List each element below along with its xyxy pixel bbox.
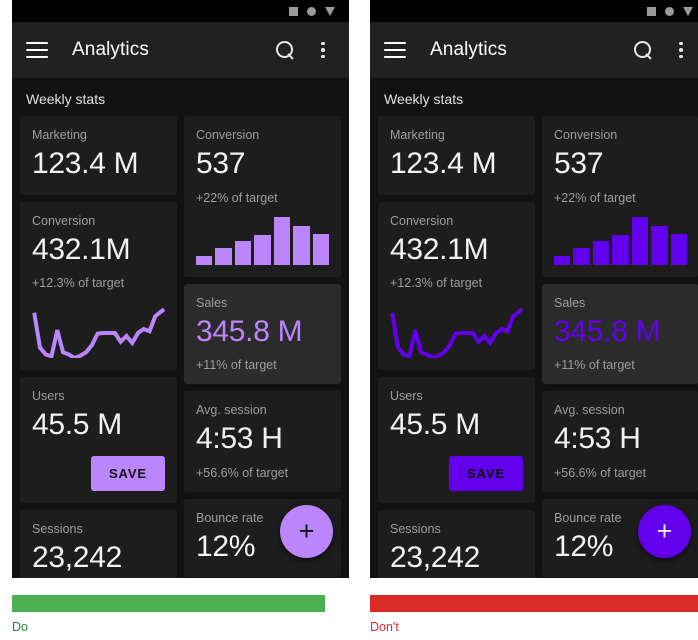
- search-icon[interactable]: [273, 38, 297, 62]
- card-conversion[interactable]: Conversion 432.1M +12.3% of target: [20, 201, 177, 370]
- search-icon[interactable]: [631, 38, 655, 62]
- do-label: Do: [12, 620, 28, 634]
- card-marketing[interactable]: Marketing 123.4 M: [20, 116, 177, 195]
- card-subtext: +11% of target: [554, 358, 635, 372]
- card-sales[interactable]: Sales 345.8 M +11% of target: [184, 283, 341, 384]
- card-conversion[interactable]: Conversion 432.1M +12.3% of target: [378, 201, 535, 370]
- grid-column-left: Marketing 123.4 M Conversion 432.1M +12.…: [20, 116, 177, 578]
- card-subtext: +12.3% of target: [32, 276, 125, 290]
- circle-icon: [307, 6, 316, 16]
- page-title: Analytics: [72, 39, 149, 60]
- add-fab-button[interactable]: +: [280, 505, 333, 558]
- add-fab-button[interactable]: +: [638, 505, 691, 558]
- card-avg-session[interactable]: Avg. session 4:53 H +56.6% of target: [184, 391, 341, 492]
- card-value: 4:53 H: [554, 422, 641, 455]
- card-sessions[interactable]: Sessions 23,242: [20, 509, 177, 578]
- line-chart: [32, 300, 165, 358]
- card-value: 123.4 M: [32, 147, 139, 180]
- more-vert-icon[interactable]: [669, 38, 693, 62]
- card-subtext: +56.6% of target: [554, 465, 647, 480]
- card-label: Avg. session: [196, 403, 267, 417]
- card-label: Sales: [196, 295, 228, 310]
- save-button-row: SAVE: [390, 455, 523, 491]
- grid-column-left: Marketing 123.4 M Conversion 432.1M +12.…: [378, 116, 535, 578]
- card-value: 23,242: [390, 540, 480, 574]
- more-vert-icon[interactable]: [311, 38, 335, 62]
- do-swatch-bar: [12, 595, 325, 612]
- card-label: Conversion: [554, 128, 618, 142]
- card-sessions[interactable]: Sessions 23,242: [378, 509, 535, 578]
- card-label: Conversion: [390, 213, 454, 228]
- card-label: Marketing: [32, 128, 87, 142]
- card-label: Users: [390, 389, 423, 403]
- content-area: Weekly stats Marketing 123.4 M Conversio…: [370, 78, 698, 578]
- card-value: 432.1M: [390, 232, 489, 266]
- hamburger-icon[interactable]: [384, 42, 406, 58]
- card-value: 345.8 M: [196, 314, 303, 348]
- bar-chart: [196, 216, 329, 265]
- card-subtext: +22% of target: [554, 190, 636, 205]
- card-subtext: +11% of target: [196, 358, 277, 372]
- card-value: 45.5 M: [32, 408, 122, 441]
- hamburger-icon[interactable]: [26, 42, 48, 58]
- panel-dont: Analytics Weekly stats Marketing 123.4 M…: [370, 0, 698, 588]
- save-button[interactable]: SAVE: [90, 455, 165, 491]
- bar-chart: [554, 216, 687, 265]
- card-label: Sales: [554, 295, 586, 310]
- content-area: Weekly stats Marketing 123.4 M Conversio…: [12, 78, 349, 578]
- card-label: Avg. session: [554, 403, 625, 417]
- card-value: 23,242: [32, 540, 122, 574]
- section-title: Weekly stats: [26, 91, 106, 107]
- panel-do: Analytics Weekly stats Marketing 123.4 M…: [12, 0, 349, 588]
- line-chart-path: [392, 309, 522, 358]
- line-chart: [390, 300, 523, 358]
- card-marketing[interactable]: Marketing 123.4 M: [378, 116, 535, 195]
- card-label: Sessions: [32, 521, 83, 536]
- card-label: Marketing: [390, 128, 445, 142]
- card-value: 4:53 H: [196, 422, 283, 455]
- card-label: Conversion: [196, 128, 260, 142]
- phone-mock-do: Analytics Weekly stats Marketing 123.4 M…: [12, 0, 349, 578]
- circle-icon: [665, 6, 674, 16]
- dont-label: Don't: [370, 620, 399, 634]
- page-title: Analytics: [430, 39, 507, 60]
- app-toolbar: Analytics: [370, 22, 698, 78]
- card-value: 537: [554, 147, 604, 180]
- line-chart-path: [34, 309, 164, 358]
- section-title: Weekly stats: [384, 91, 464, 107]
- card-label: Users: [32, 389, 65, 403]
- save-button-row: SAVE: [32, 455, 165, 491]
- phone-mock-dont: Analytics Weekly stats Marketing 123.4 M…: [370, 0, 698, 578]
- card-value: 432.1M: [32, 232, 131, 266]
- card-users[interactable]: Users 45.5 M SAVE: [378, 377, 535, 503]
- card-label: Conversion: [32, 213, 96, 228]
- save-button[interactable]: SAVE: [448, 455, 523, 491]
- status-bar: [370, 0, 698, 22]
- card-label: Sessions: [390, 521, 441, 536]
- card-conversion-count[interactable]: Conversion 537 +22% of target: [542, 116, 698, 277]
- dont-swatch-bar: [370, 595, 698, 612]
- card-value: 537: [196, 147, 246, 180]
- card-value: 345.8 M: [554, 314, 661, 348]
- card-subtext: +22% of target: [196, 190, 278, 205]
- status-bar: [12, 0, 349, 22]
- card-value: 45.5 M: [390, 408, 480, 441]
- square-icon: [647, 6, 656, 16]
- app-toolbar: Analytics: [12, 22, 349, 78]
- square-icon: [289, 6, 298, 16]
- card-users[interactable]: Users 45.5 M SAVE: [20, 377, 177, 503]
- card-value: 123.4 M: [390, 147, 497, 180]
- card-subtext: +12.3% of target: [390, 276, 483, 290]
- triangle-down-icon: [683, 6, 693, 16]
- card-sales[interactable]: Sales 345.8 M +11% of target: [542, 283, 698, 384]
- card-subtext: +56.6% of target: [196, 465, 289, 480]
- triangle-down-icon: [325, 6, 335, 16]
- card-conversion-count[interactable]: Conversion 537 +22% of target: [184, 116, 341, 277]
- do-dont-comparison: Analytics Weekly stats Marketing 123.4 M…: [0, 0, 698, 640]
- card-avg-session[interactable]: Avg. session 4:53 H +56.6% of target: [542, 391, 698, 492]
